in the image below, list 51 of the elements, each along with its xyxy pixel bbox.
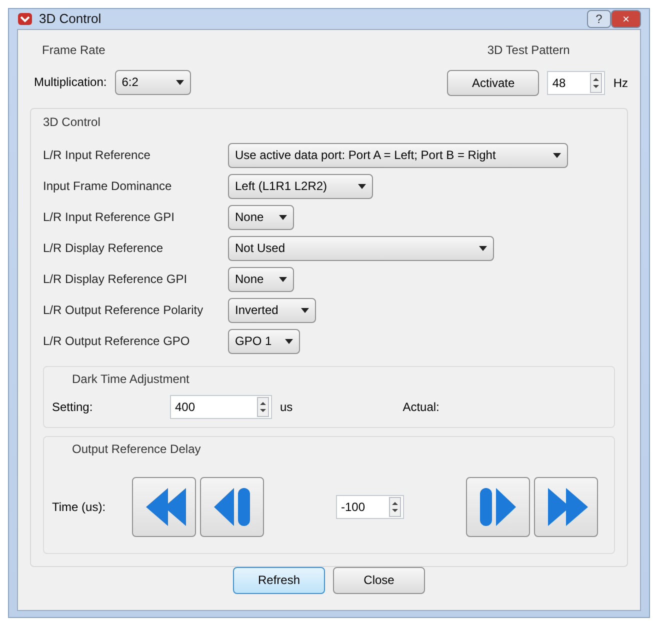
field-label: Multiplication: <box>34 74 107 91</box>
caret-icon <box>553 152 561 158</box>
field-label: L/R Input Reference GPI <box>43 209 176 226</box>
field-label: L/R Output Reference Polarity <box>43 302 204 319</box>
caret-icon <box>279 214 287 220</box>
step-back-button[interactable] <box>200 476 264 536</box>
dropdown[interactable]: GPO 1 <box>228 328 300 354</box>
unit-label: Hz <box>613 74 628 92</box>
unit-label: us <box>280 398 293 416</box>
field-label: L/R Input Reference <box>43 147 152 164</box>
setting-field[interactable]: 400 <box>170 394 272 418</box>
dropdown[interactable]: Left (L1R1 L2R2) <box>228 174 373 198</box>
field-label: Actual: <box>402 398 440 416</box>
help-button[interactable]: ? <box>587 10 611 28</box>
step-forward-button[interactable] <box>466 476 530 536</box>
close-dialog-button[interactable]: Close <box>333 566 425 594</box>
close-button[interactable]: × <box>611 10 641 28</box>
dropdown[interactable]: 6:2 <box>114 70 191 94</box>
field-label: Time (us): <box>52 498 107 516</box>
caret-icon <box>279 276 287 282</box>
dropdown[interactable]: None <box>228 204 294 230</box>
time-field[interactable]: -100 <box>336 494 404 518</box>
refresh-button[interactable]: Refresh <box>233 566 325 594</box>
field-label: L/R Output Reference GPO <box>43 333 191 350</box>
field-label: L/R Display Reference <box>43 240 164 257</box>
fast-back-button[interactable] <box>132 476 196 536</box>
caret-icon <box>479 246 487 250</box>
field-label: L/R Display Reference GPI <box>43 271 188 288</box>
dropdown[interactable]: Not Used <box>228 236 494 260</box>
app-icon <box>17 10 33 27</box>
spin-arrows-icon[interactable] <box>257 396 269 416</box>
window-title: 3D Control <box>39 10 102 28</box>
spin-arrows-icon[interactable] <box>590 72 602 92</box>
caret-icon <box>285 338 293 344</box>
fast-forward-button[interactable] <box>534 476 598 536</box>
field-label: Input Frame Dominance <box>43 178 173 195</box>
hz-field[interactable]: 48 <box>547 70 606 94</box>
group-title: Frame Rate <box>42 42 106 56</box>
dropdown[interactable]: Inverted <box>228 298 316 322</box>
caret-icon <box>301 308 309 312</box>
group-title: 3D Control <box>43 114 102 130</box>
field-label: Setting: <box>52 398 94 416</box>
group-title: 3D Test Pattern <box>487 42 570 56</box>
activate-button[interactable]: Activate <box>447 70 540 96</box>
dropdown[interactable]: Use active data port: Port A = Left; Port B = Right <box>228 142 568 168</box>
group-title: Output Reference Delay <box>72 442 201 456</box>
dropdown[interactable]: None <box>228 266 294 292</box>
caret-icon <box>176 80 184 84</box>
spin-arrows-icon[interactable] <box>389 496 401 516</box>
caret-icon <box>358 184 366 188</box>
group-title: Dark Time Adjustment <box>72 372 190 386</box>
